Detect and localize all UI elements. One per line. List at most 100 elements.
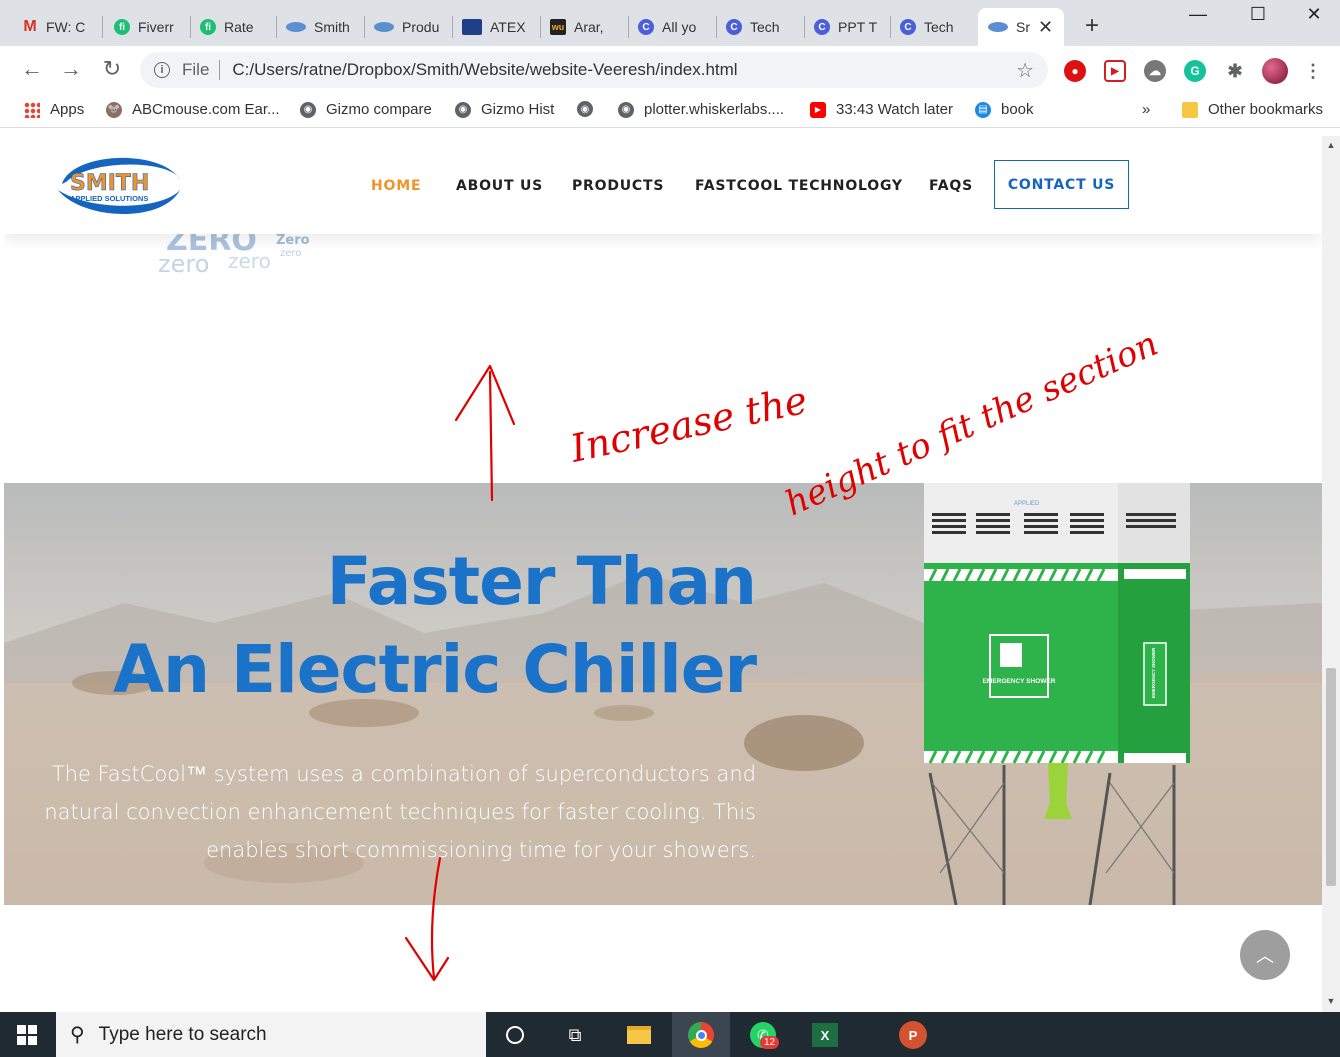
info-icon[interactable]: i: [154, 62, 170, 78]
address-bar[interactable]: i File C:/Users/ratne/Dropbox/Smith/Webs…: [140, 52, 1048, 88]
bookmarks-bar: Apps 🐭 ABCmouse.com Ear... ◉ Gizmo compa…: [0, 94, 1340, 128]
svg-text:SMITH: SMITH: [70, 171, 149, 196]
cloud-icon[interactable]: ☁: [1144, 60, 1166, 82]
forward-button[interactable]: →: [57, 56, 85, 82]
search-placeholder: Type here to search: [98, 1023, 267, 1045]
new-tab-button[interactable]: +: [1080, 12, 1104, 40]
page-scrollbar[interactable]: ▲ ▼: [1322, 136, 1340, 1012]
tab-label: Tech: [750, 19, 780, 35]
tab-label: Fiverr: [138, 19, 174, 35]
c-icon: C: [726, 19, 742, 35]
adblock-icon[interactable]: ●: [1064, 60, 1086, 82]
back-button[interactable]: ←: [18, 56, 46, 82]
maximize-button[interactable]: ☐: [1238, 4, 1278, 28]
scheme-label: File: [182, 60, 210, 79]
atex-icon: [462, 19, 482, 35]
smith-icon: [988, 22, 1008, 32]
browser-tab[interactable]: C Tech: [726, 8, 780, 46]
browser-tab[interactable]: M FW: C: [22, 8, 85, 46]
globe-icon: ◉: [618, 101, 634, 118]
bookmark-apps[interactable]: Apps: [24, 101, 84, 118]
browser-tab-active[interactable]: Sr ✕: [978, 8, 1064, 46]
grammarly-icon[interactable]: G: [1184, 60, 1206, 82]
gmail-icon: M: [23, 18, 37, 35]
globe-icon: ◉: [300, 101, 316, 118]
zero-word-cloud: ZERO zero zero Zero zero ze: [115, 228, 310, 278]
scroll-to-top-button[interactable]: ︿: [1240, 930, 1290, 980]
scrollbar-thumb[interactable]: [1326, 668, 1336, 886]
nav-products[interactable]: PRODUCTS: [572, 178, 664, 194]
tab-label: FW: C: [46, 19, 86, 35]
zero-word: zero: [280, 248, 301, 259]
browser-tab[interactable]: C PPT T: [814, 8, 877, 46]
chrome-icon[interactable]: [684, 1018, 718, 1052]
svg-text:EMERGENCY SHOWER: EMERGENCY SHOWER: [1151, 647, 1156, 698]
scroll-down-arrow-icon[interactable]: ▼: [1322, 996, 1340, 1006]
browser-tab[interactable]: ATEX: [462, 8, 526, 46]
taskbar-search-input[interactable]: ⚲ Type here to search: [56, 1012, 486, 1057]
apps-grid-icon: [24, 101, 40, 118]
browser-tab[interactable]: fi Rate: [200, 8, 254, 46]
zero-word: zero: [228, 249, 271, 273]
bookmark-star-icon[interactable]: ☆: [1016, 58, 1034, 83]
file-explorer-icon[interactable]: [622, 1018, 656, 1052]
bookmark-book[interactable]: ▤ book: [975, 101, 1034, 118]
zero-word: zero: [158, 250, 209, 278]
powerpoint-icon[interactable]: P: [896, 1018, 930, 1052]
close-icon[interactable]: ✕: [1038, 17, 1053, 38]
bookmark-watch-later[interactable]: ▶ 33:43 Watch later: [810, 101, 953, 118]
globe-icon: ◉: [577, 101, 593, 117]
nav-about-us[interactable]: ABOUT US: [456, 178, 543, 194]
url-text[interactable]: C:/Users/ratne/Dropbox/Smith/Website/web…: [232, 60, 737, 80]
bookmark-gizmo-compare[interactable]: ◉ Gizmo compare: [300, 101, 432, 118]
tab-label: Tech: [924, 19, 954, 35]
nav-fastcool-technology[interactable]: FASTCOOL TECHNOLOGY: [695, 178, 903, 194]
window-close-button[interactable]: ✕: [1294, 4, 1334, 28]
tab-label: All yo: [662, 19, 697, 35]
windows-start-button[interactable]: [0, 1012, 54, 1057]
bookmark-abcmouse[interactable]: 🐭 ABCmouse.com Ear...: [106, 101, 280, 118]
bookmark-globe[interactable]: ◉: [577, 101, 603, 117]
browser-tab[interactable]: wu Arar,: [550, 8, 604, 46]
tab-label: Smith: [314, 19, 350, 35]
smith-logo[interactable]: SMITH APPLIED SOLUTIONS: [52, 146, 184, 222]
nav-home[interactable]: HOME: [371, 178, 421, 194]
scroll-up-arrow-icon[interactable]: ▲: [1322, 140, 1340, 150]
excel-icon[interactable]: X: [808, 1018, 842, 1052]
chevron-up-icon: ︿: [1256, 946, 1274, 966]
hero-title-line2: An Electric Chiller: [112, 631, 757, 708]
zero-word: Zero: [276, 233, 310, 248]
site-header: SMITH APPLIED SOLUTIONS HOME ABOUT US PR…: [4, 136, 1322, 234]
minimize-button[interactable]: —: [1178, 4, 1218, 28]
browser-tab[interactable]: C Tech: [900, 8, 954, 46]
tab-label: Produ: [402, 19, 440, 35]
browser-toolbar: ← → ↻ i File C:/Users/ratne/Dropbox/Smit…: [0, 46, 1340, 94]
svg-text:APPLIED SOLUTIONS: APPLIED SOLUTIONS: [70, 194, 148, 203]
bookmark-gizmo-hist[interactable]: ◉ Gizmo Hist: [455, 101, 554, 118]
extensions-puzzle-icon[interactable]: ✱: [1224, 60, 1246, 82]
notification-badge: 12: [760, 1036, 780, 1049]
book-icon: ▤: [975, 101, 991, 118]
browser-tab[interactable]: Smith: [286, 8, 350, 46]
c-icon: C: [638, 19, 654, 35]
menu-kebab-icon[interactable]: ⋮: [1302, 60, 1324, 82]
hero-section: APPLIED EMERGENCY SHOWER EMERGENCY SHOWE…: [4, 483, 1322, 905]
web-page: ZERO zero zero Zero zero ze SMITH APPLIE…: [4, 136, 1322, 1012]
other-bookmarks[interactable]: Other bookmarks: [1182, 101, 1323, 118]
contact-us-button[interactable]: CONTACT US: [994, 160, 1129, 209]
video-ext-icon[interactable]: ▶: [1104, 60, 1126, 82]
bookmarks-overflow-button[interactable]: »: [1142, 101, 1150, 118]
browser-tab[interactable]: C All yo: [638, 8, 696, 46]
reload-button[interactable]: ↻: [98, 56, 126, 82]
bookmark-plotter[interactable]: ◉ plotter.whiskerlabs....: [618, 101, 784, 118]
nav-faqs[interactable]: FAQS: [929, 178, 973, 194]
smith-icon: [374, 22, 394, 32]
folder-icon: [1182, 101, 1198, 118]
whatsapp-icon[interactable]: ✆ 12: [746, 1018, 780, 1052]
task-view-icon[interactable]: ⧉: [558, 1018, 592, 1052]
tab-label: Sr: [1016, 19, 1030, 35]
browser-tab[interactable]: Produ: [374, 8, 439, 46]
avatar[interactable]: [1262, 58, 1288, 84]
browser-tab[interactable]: fi Fiverr: [114, 8, 174, 46]
cortana-icon[interactable]: [498, 1018, 532, 1052]
